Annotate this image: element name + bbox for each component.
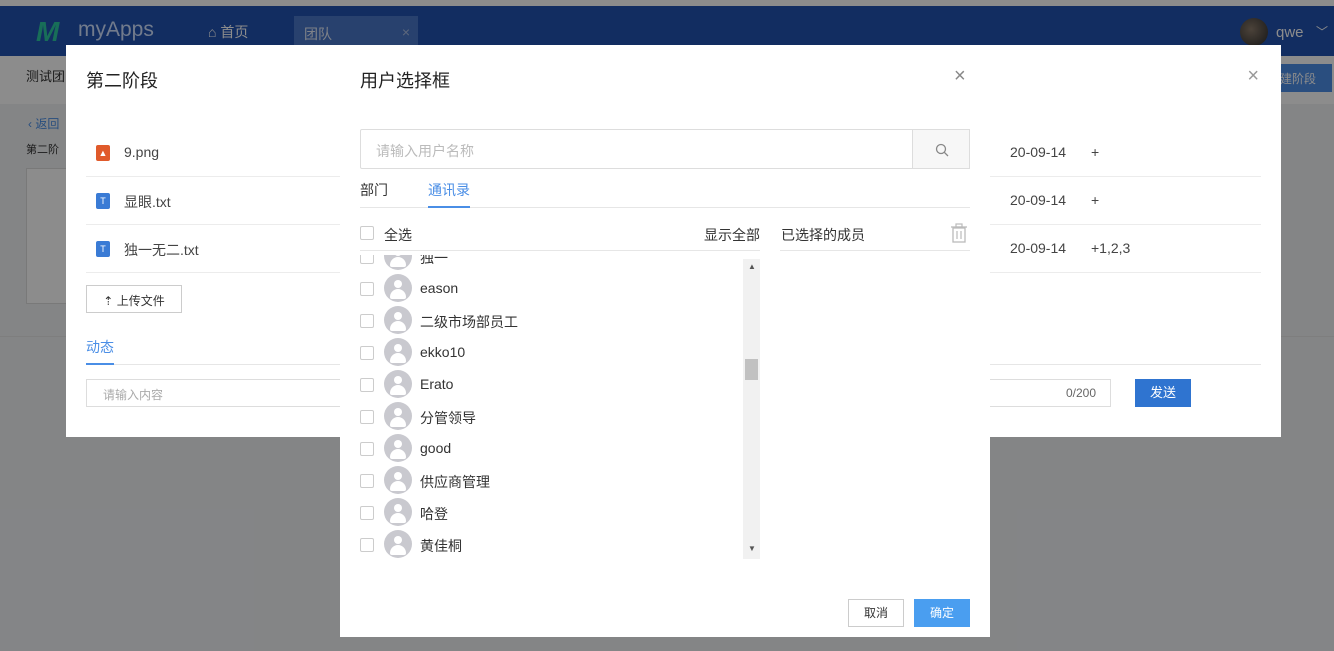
select-all-label[interactable]: 全选 [384,225,412,245]
avatar-icon [384,255,412,270]
list-item[interactable]: 分管领导 [360,401,740,433]
list-item[interactable]: 黄佳桐 [360,529,740,558]
show-all-link[interactable]: 显示全部 [704,225,760,245]
file-date: 20-09-14 [1010,240,1067,256]
dialog-title: 用户选择框 [360,71,450,91]
file-name[interactable]: 显眼.txt [124,192,171,212]
user-name: good [420,440,452,456]
user-list: 独一 eason 二级市场部员工 ekko10 Erato 分管领导 good … [360,255,740,558]
list-item[interactable]: 独一 [360,255,740,273]
text-file-icon: T [96,193,110,209]
user-checkbox[interactable] [360,346,374,360]
scroll-up-icon[interactable]: ▲ [748,262,756,271]
user-name: 供应商管理 [420,474,490,490]
file-name[interactable]: 9.png [124,144,159,160]
cancel-button[interactable]: 取消 [848,599,904,627]
tab-activity[interactable]: 动态 [86,337,114,357]
user-checkbox[interactable] [360,282,374,296]
avatar-icon [384,370,412,398]
avatar-icon [384,434,412,462]
list-header-divider [360,250,760,251]
user-checkbox[interactable] [360,442,374,456]
confirm-button[interactable]: 确定 [914,599,970,627]
file-date: 20-09-14 [1010,144,1067,160]
user-checkbox[interactable] [360,506,374,520]
upload-file-button[interactable]: ⇡ 上传文件 [86,285,182,313]
user-name: 哈登 [420,506,448,522]
close-icon[interactable]: × [954,65,966,88]
avatar-icon [384,530,412,558]
user-checkbox[interactable] [360,538,374,552]
avatar-icon [384,402,412,430]
user-name: 二级市场部员工 [420,314,518,330]
user-select-dialog: 用户选择框 × 请输入用户名称 部门 通讯录 全选 显示全部 已选择的成员 独一… [340,45,990,637]
tab-contacts[interactable]: 通讯录 [428,180,470,200]
user-checkbox[interactable] [360,410,374,424]
user-checkbox[interactable] [360,314,374,328]
search-icon [935,143,949,157]
list-item[interactable]: good [360,433,740,465]
tab-department[interactable]: 部门 [360,180,388,200]
stage-modal-title: 第二阶段 [86,71,158,91]
file-extra[interactable]: +1,2,3 [1091,240,1130,256]
avatar-icon [384,306,412,334]
text-file-icon: T [96,241,110,257]
avatar-icon [384,274,412,302]
close-icon[interactable]: × [1247,65,1259,88]
list-item[interactable]: Erato [360,369,740,401]
selected-header-divider [780,250,970,251]
list-scrollbar[interactable]: ▲ ▼ [743,259,760,559]
tab-active-underline [86,363,114,365]
file-name[interactable]: 独一无二.txt [124,240,199,260]
user-name: ekko10 [420,344,466,360]
user-checkbox[interactable] [360,474,374,488]
tab-active-underline [428,206,470,208]
search-button[interactable] [912,129,970,169]
scroll-thumb[interactable] [745,359,758,380]
select-all-checkbox[interactable] [360,226,374,240]
user-name: 独一 [420,255,448,266]
list-item[interactable]: 哈登 [360,497,740,529]
user-name: eason [420,280,459,296]
user-name: 黄佳桐 [420,538,462,554]
char-counter: 0/200 [1066,386,1097,400]
file-extra[interactable]: + [1091,192,1099,208]
upload-label: 上传文件 [116,294,165,308]
avatar-icon [384,466,412,494]
search-input[interactable]: 请输入用户名称 [360,129,913,169]
file-extra[interactable]: + [1091,144,1099,160]
trash-icon[interactable] [950,223,968,243]
file-date: 20-09-14 [1010,192,1067,208]
user-name: Erato [420,376,454,392]
selected-members-title: 已选择的成员 [781,227,865,243]
list-item[interactable]: eason [360,273,740,305]
scroll-down-icon[interactable]: ▼ [748,544,756,553]
user-name: 分管领导 [420,410,476,426]
list-item[interactable]: 二级市场部员工 [360,305,740,337]
avatar-icon [384,498,412,526]
send-button[interactable]: 发送 [1135,379,1191,407]
avatar-icon [384,338,412,366]
image-file-icon: ▲ [96,145,110,161]
user-checkbox[interactable] [360,378,374,392]
user-checkbox[interactable] [360,255,374,264]
list-item[interactable]: ekko10 [360,337,740,369]
list-item[interactable]: 供应商管理 [360,465,740,497]
